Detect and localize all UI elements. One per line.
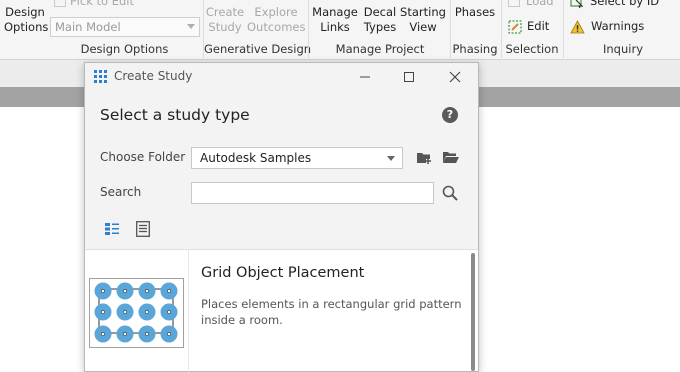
folder-select[interactable]: Autodesk Samples: [191, 147, 403, 169]
new-folder-icon[interactable]: [416, 150, 433, 165]
select-by-id-button[interactable]: Select by ID: [570, 0, 659, 9]
study-list: Grid Object Placement Places elements in…: [85, 249, 478, 372]
panel-separator: [501, 0, 502, 58]
load-selection-button[interactable]: Load: [508, 0, 554, 9]
chevron-down-icon: [387, 156, 395, 161]
manage-links-label-2: Links: [320, 20, 350, 34]
warnings-button[interactable]: Warnings: [570, 19, 644, 34]
edit-selection-icon: [508, 19, 522, 34]
load-label: Load: [526, 0, 554, 8]
dialog-titlebar[interactable]: Create Study: [85, 63, 478, 91]
select-by-id-label: Select by ID: [590, 0, 660, 8]
tile-view-icon[interactable]: [105, 222, 119, 236]
list-scrollbar[interactable]: [471, 253, 475, 371]
design-options-label-2: Options: [4, 20, 49, 34]
choose-folder-label: Choose Folder: [100, 150, 186, 164]
grid-element-center: [167, 289, 171, 293]
search-icon[interactable]: [442, 185, 458, 201]
explore-outcomes-button[interactable]: Explore Outcomes: [247, 5, 305, 35]
study-list-item[interactable]: Grid Object Placement Places elements in…: [85, 250, 469, 372]
load-icon: [508, 0, 520, 7]
close-icon[interactable]: [441, 66, 469, 88]
warning-icon: [570, 19, 585, 33]
grid-placement-thumbnail: [94, 282, 178, 343]
decal-types-label-2: Types: [363, 20, 397, 34]
grid-element-center: [167, 332, 171, 336]
manage-links-button[interactable]: Manage Links: [312, 5, 358, 35]
create-study-label-2: Study: [208, 20, 242, 34]
grid-element-center: [101, 332, 105, 336]
generative-design-panel-title: Generative Design: [204, 42, 312, 56]
pick-to-edit-icon: [54, 0, 66, 7]
create-study-button[interactable]: Create Study: [205, 5, 245, 35]
help-icon[interactable]: ?: [442, 107, 458, 123]
manage-project-panel-title: Manage Project: [335, 42, 425, 56]
list-divider: [188, 250, 189, 372]
main-model-select[interactable]: Main Model: [50, 17, 200, 37]
panel-separator: [563, 0, 564, 58]
phasing-panel-title: Phasing: [452, 42, 498, 56]
study-title: Grid Object Placement: [201, 265, 365, 281]
grid-element-center: [167, 310, 171, 314]
search-input[interactable]: [191, 182, 434, 204]
grid-element-center: [123, 289, 127, 293]
pick-to-edit-button[interactable]: Pick to Edit: [54, 0, 134, 9]
inquiry-panel-title: Inquiry: [603, 42, 643, 56]
starting-view-label-1: Starting: [400, 5, 446, 19]
selection-panel-title: Selection: [505, 42, 559, 56]
study-thumbnail: [89, 278, 184, 348]
design-options-button[interactable]: Design Options: [4, 5, 49, 35]
main-model-value: Main Model: [55, 20, 121, 34]
grid-element-center: [101, 310, 105, 314]
search-label: Search: [100, 185, 142, 199]
grid-app-icon: [94, 70, 107, 83]
edit-selection-button[interactable]: Edit: [508, 19, 549, 34]
design-options-label-1: Design: [5, 5, 45, 19]
grid-element-center: [145, 332, 149, 336]
grid-element-center: [145, 310, 149, 314]
maximize-icon[interactable]: [395, 66, 423, 88]
starting-view-label-2: View: [409, 20, 437, 34]
dialog-title: Create Study: [114, 69, 193, 83]
decal-types-button[interactable]: Decal Types: [362, 5, 398, 35]
explore-outcomes-label-2: Outcomes: [247, 20, 306, 34]
pick-to-edit-label: Pick to Edit: [70, 0, 134, 8]
grid-element-center: [101, 289, 105, 293]
design-options-panel-title: Design Options: [80, 42, 169, 56]
ribbon: Design Options Pick to Edit Main Model D…: [0, 0, 680, 60]
warnings-label: Warnings: [591, 19, 645, 33]
decal-types-label-1: Decal: [363, 5, 397, 19]
grid-element-center: [145, 289, 149, 293]
grid-element-center: [123, 332, 127, 336]
chevron-down-icon: [187, 24, 195, 29]
folder-select-value: Autodesk Samples: [200, 151, 312, 165]
open-folder-icon[interactable]: [442, 150, 460, 165]
create-study-label-1: Create: [205, 5, 245, 19]
panel-separator: [308, 0, 309, 58]
list-view-icon[interactable]: [136, 221, 150, 237]
study-description: Places elements in a rectangular grid pa…: [201, 297, 462, 327]
phases-button[interactable]: Phases: [453, 5, 497, 20]
edit-label: Edit: [527, 19, 550, 33]
phases-label: Phases: [454, 5, 496, 19]
minimize-icon[interactable]: [351, 66, 379, 88]
select-by-id-icon: [570, 0, 584, 8]
starting-view-button[interactable]: Starting View: [400, 5, 446, 35]
grid-element-center: [123, 310, 127, 314]
dialog-heading: Select a study type: [100, 106, 250, 124]
explore-outcomes-label-1: Explore: [254, 5, 298, 19]
manage-links-label-1: Manage: [312, 5, 358, 19]
create-study-dialog: Create Study Select a study type ? Choos…: [84, 62, 479, 372]
